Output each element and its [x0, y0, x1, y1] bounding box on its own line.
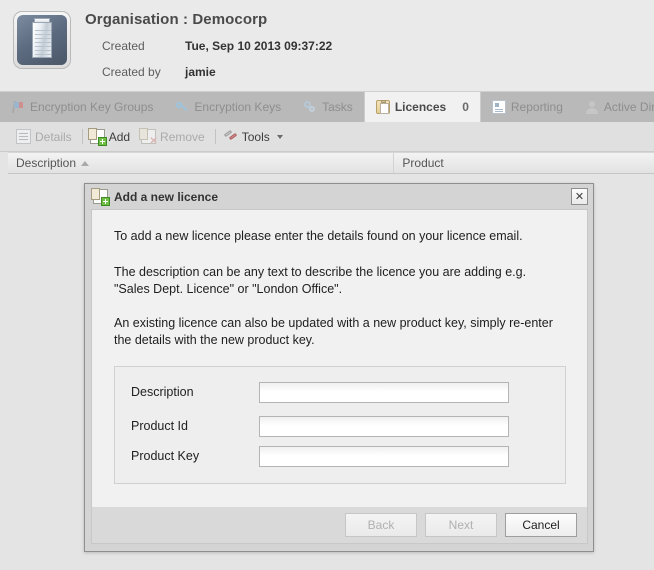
column-header-product[interactable]: Product [394, 153, 654, 173]
tab-reporting[interactable]: Reporting [481, 92, 574, 122]
cancel-button[interactable]: Cancel [505, 513, 577, 537]
licences-toolbar: Details Add ✕ Remove Tools [0, 122, 654, 152]
remove-label: Remove [160, 129, 205, 144]
person-icon [585, 100, 599, 114]
tab-licences[interactable]: Licences 0 [363, 92, 481, 122]
add-document-icon [91, 188, 110, 206]
dialog-body: To add a new licence please enter the de… [91, 209, 588, 515]
details-button[interactable]: Details [12, 127, 79, 146]
created-label: Created [102, 39, 145, 53]
main-tabbar: Encryption Key Groups Encryption Keys Ta… [0, 92, 654, 122]
created-by-label: Created by [102, 65, 161, 79]
details-label: Details [35, 129, 72, 144]
flag-icon [11, 100, 25, 114]
add-document-icon [87, 128, 107, 146]
organisation-header: Organisation : Democorp Created Tue, Sep … [0, 0, 654, 92]
product-key-input[interactable] [259, 445, 509, 467]
created-row: Created Tue, Sep 10 2013 09:37:22 [102, 39, 332, 53]
column-header-label: Description [16, 156, 77, 170]
x-badge-icon: ✕ [149, 136, 158, 147]
key-icon [175, 100, 189, 114]
toolbar-separator [81, 129, 83, 144]
report-icon [491, 100, 506, 114]
product-id-input[interactable] [259, 415, 509, 437]
details-icon [16, 129, 31, 144]
building-icon-bg [17, 15, 67, 65]
add-licence-dialog: Add a new licence ✕ To add a new licence… [84, 183, 594, 552]
product-id-label: Product Id [131, 419, 188, 433]
tab-encryption-key-groups[interactable]: Encryption Key Groups [0, 92, 164, 122]
tab-label: Licences [394, 100, 447, 114]
sort-ascending-icon [81, 160, 90, 166]
dialog-footer: Back Next Cancel [91, 507, 588, 544]
tab-label: Encryption Key Groups [30, 100, 154, 114]
building-icon [13, 11, 71, 69]
dialog-paragraph-1: To add a new licence please enter the de… [114, 229, 523, 243]
add-label: Add [108, 129, 131, 144]
form-row-description: Description [131, 381, 549, 403]
page-title: Organisation : Democorp [85, 11, 268, 28]
tab-label: Reporting [510, 100, 563, 114]
plus-badge-icon [97, 137, 107, 146]
tab-licences-count: 0 [462, 100, 469, 114]
licence-form: Description Product Id Product Key [114, 366, 566, 484]
form-row-product-key: Product Key [131, 445, 549, 467]
description-input[interactable] [259, 381, 509, 403]
dialog-titlebar: Add a new licence ✕ [85, 184, 593, 209]
tab-active-directory[interactable]: Active Direc [574, 92, 654, 122]
product-key-label: Product Key [131, 449, 200, 463]
remove-button[interactable]: ✕ Remove [137, 127, 212, 147]
tab-label: Active Direc [603, 100, 654, 114]
gears-icon [303, 100, 317, 114]
toolbar-separator [214, 129, 216, 144]
clipboard-icon [375, 100, 390, 114]
tab-tasks[interactable]: Tasks [292, 92, 364, 122]
building-body [32, 22, 52, 58]
form-row-product-id: Product Id [131, 415, 549, 437]
plus-badge-icon [101, 197, 110, 206]
dialog-paragraph-3: An existing licence can also be updated … [114, 316, 553, 347]
description-label: Description [131, 385, 194, 399]
tools-menu-button[interactable]: Tools [219, 127, 290, 146]
created-by-row: Created by jamie [102, 65, 216, 79]
back-button[interactable]: Back [345, 513, 417, 537]
next-button[interactable]: Next [425, 513, 497, 537]
tab-label: Tasks [322, 100, 353, 114]
close-icon[interactable]: ✕ [571, 188, 588, 205]
tab-label: Encryption Keys [194, 100, 282, 114]
chevron-down-icon [276, 134, 283, 139]
created-value: Tue, Sep 10 2013 09:37:22 [185, 39, 333, 53]
grid-column-headers: Description Product [8, 152, 654, 174]
dialog-title: Add a new licence [114, 189, 219, 204]
column-header-description[interactable]: Description [8, 153, 395, 173]
remove-document-icon: ✕ [139, 128, 158, 147]
tab-encryption-keys[interactable]: Encryption Keys [164, 92, 292, 122]
tools-icon [223, 129, 238, 144]
add-button[interactable]: Add [86, 127, 137, 146]
created-by-value: jamie [185, 65, 216, 79]
tools-label: Tools [241, 129, 270, 144]
column-header-label: Product [402, 156, 444, 170]
dialog-paragraph-2: The description can be any text to descr… [114, 265, 527, 296]
